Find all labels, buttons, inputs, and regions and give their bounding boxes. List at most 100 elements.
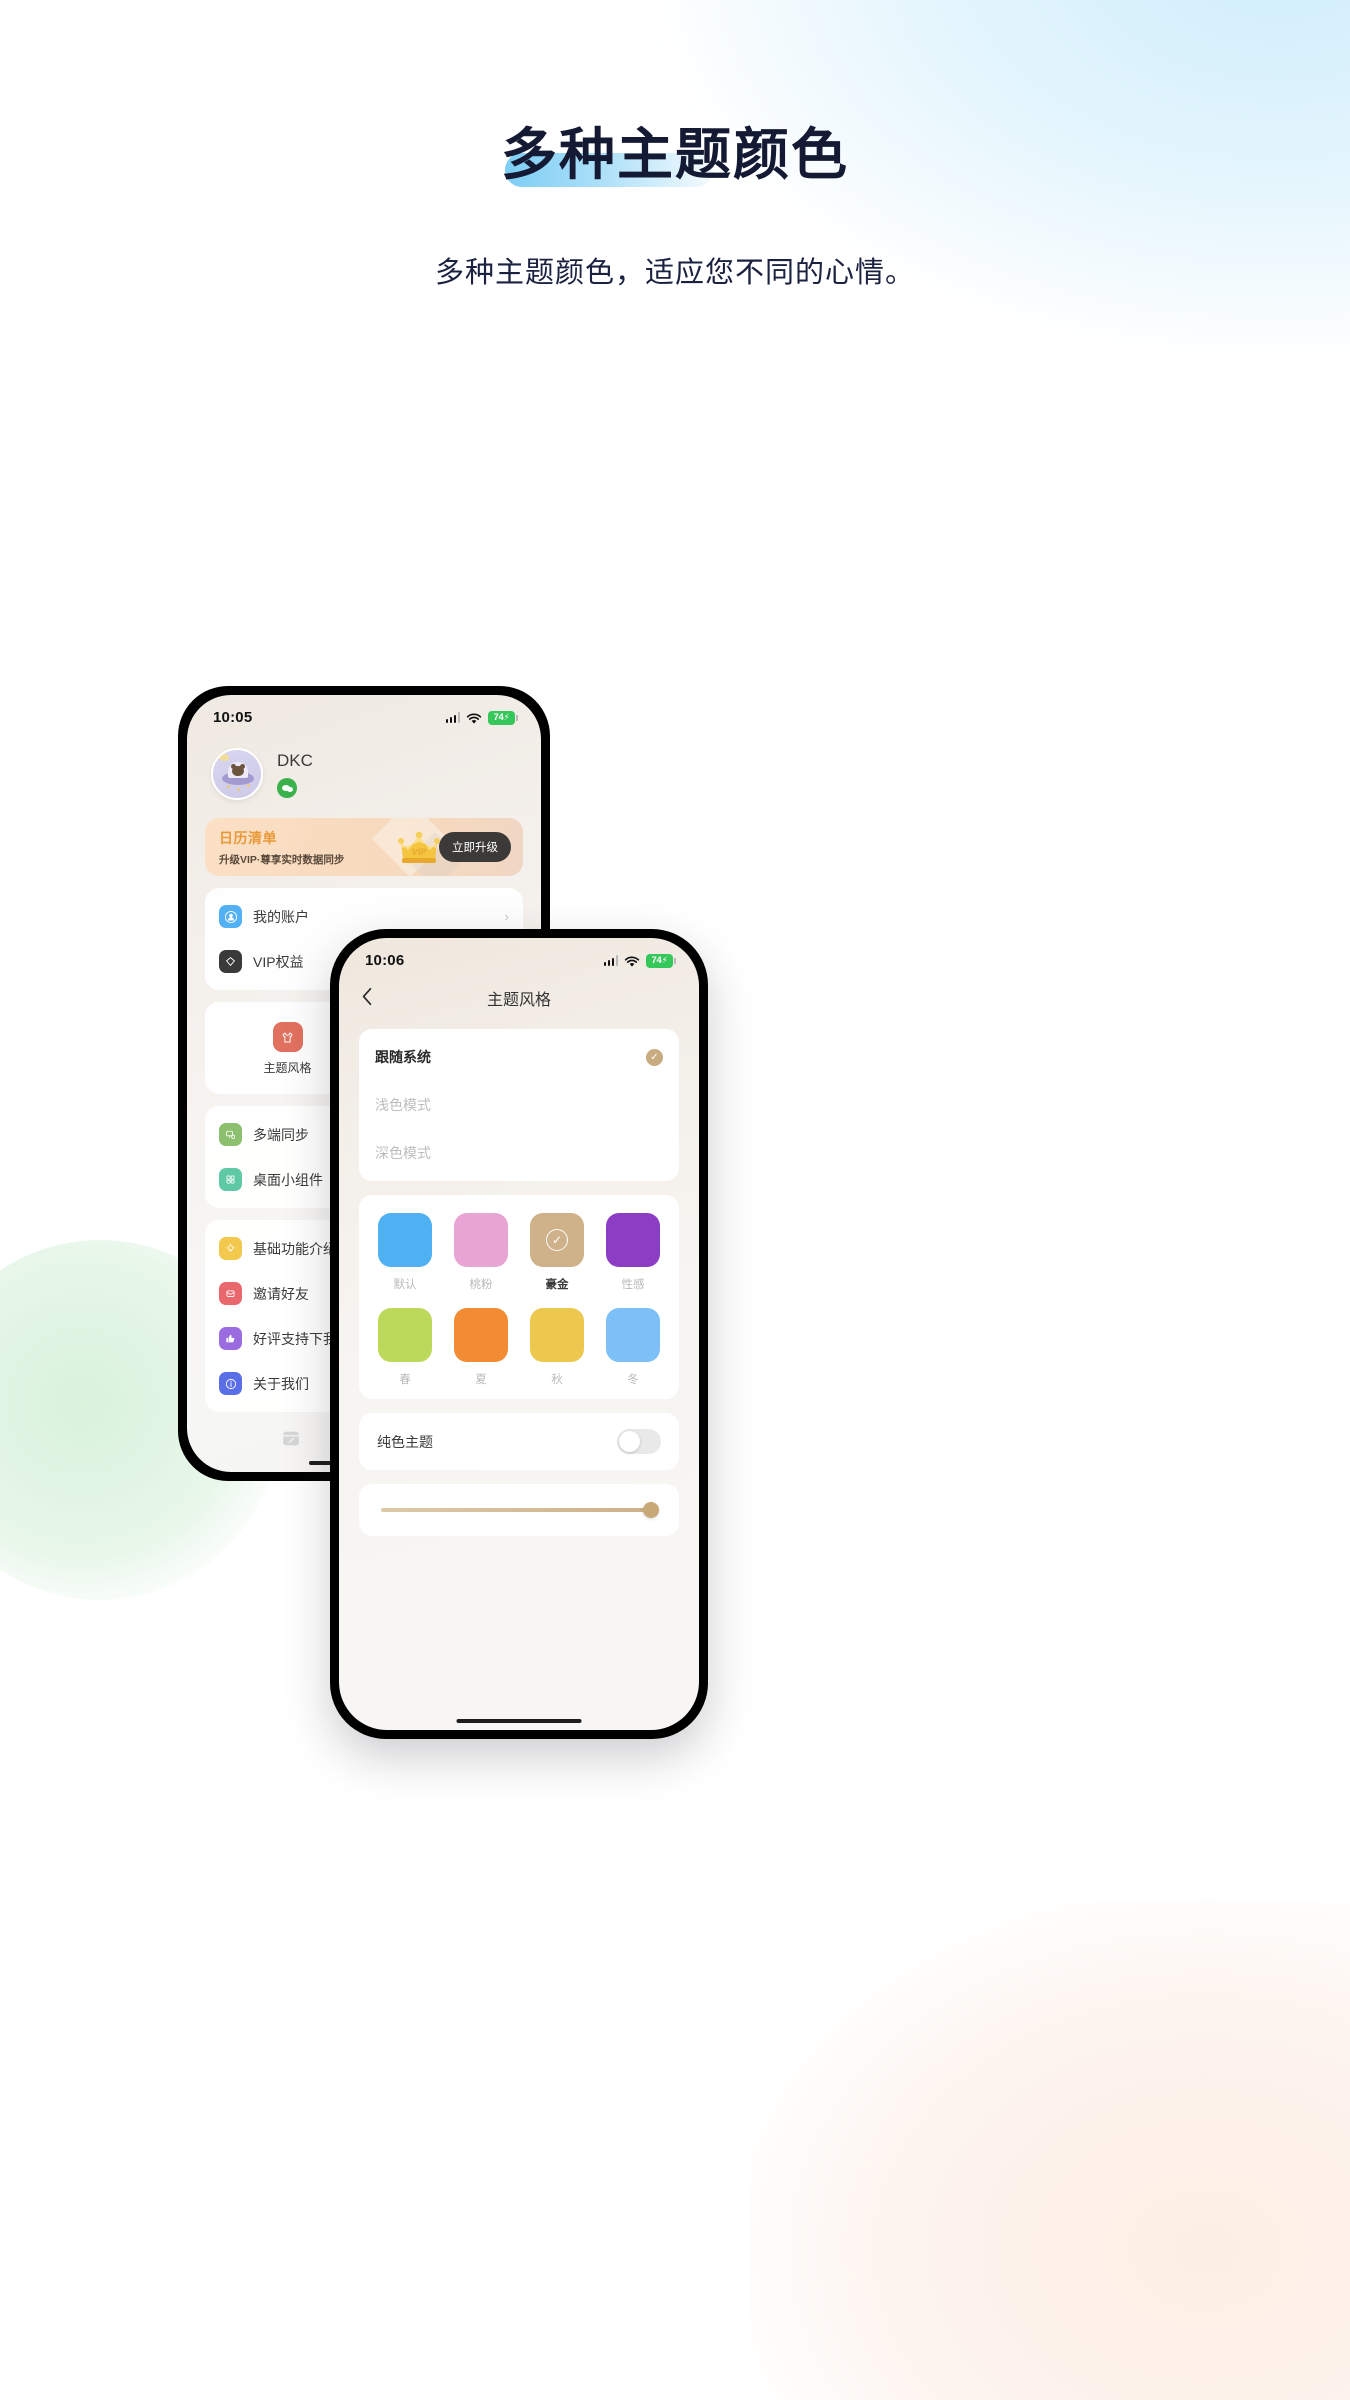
battery-level: 74 [493, 712, 504, 723]
battery-level: 74 [651, 955, 662, 966]
swatch-autumn[interactable]: 秋 [519, 1308, 595, 1387]
profile-section[interactable]: DKC [187, 726, 541, 810]
avatar-star [219, 754, 229, 761]
front-status-bar: 10:06 74 ⚡ [339, 938, 699, 969]
front-home-indicator [456, 1719, 582, 1723]
thumbs-up-icon [219, 1327, 242, 1350]
charging-bolt-icon: ⚡ [503, 712, 510, 722]
avatar-bear [231, 763, 245, 776]
wifi-icon [624, 955, 640, 967]
svg-text:VIP: VIP [412, 847, 428, 857]
front-phone-screen: 10:06 74 ⚡ 主题风格 跟随系统 ✓ 浅色模式 深色模式 默认 桃粉 ✓… [339, 938, 699, 1730]
swatch-color[interactable] [378, 1308, 432, 1362]
swatch-sexy[interactable]: 性感 [595, 1213, 671, 1292]
check-icon: ✓ [646, 1048, 663, 1066]
menu-item-label: VIP权益 [253, 953, 304, 970]
mode-option-dark[interactable]: 深色模式 [359, 1129, 679, 1177]
front-status-icons: 74 ⚡ [603, 953, 676, 968]
diamond-icon [219, 950, 242, 973]
calendar-tab-icon[interactable] [280, 1427, 302, 1454]
solid-theme-toggle[interactable] [617, 1429, 661, 1454]
front-status-time: 10:06 [365, 952, 405, 969]
theme-slider[interactable] [381, 1502, 659, 1518]
avatar[interactable] [211, 748, 263, 800]
solid-theme-card: 纯色主题 [359, 1413, 679, 1470]
vip-banner-title: 日历清单 [219, 829, 277, 846]
avatar-dot [247, 784, 250, 787]
wifi-icon [466, 712, 482, 724]
swatch-label: 秋 [551, 1374, 563, 1386]
avatar-dot [237, 788, 240, 791]
wechat-icon[interactable] [277, 777, 297, 798]
battery-icon: 74 ⚡ [646, 953, 676, 968]
swatch-default[interactable]: 默认 [367, 1213, 443, 1292]
swatch-label: 春 [399, 1374, 411, 1386]
person-icon [219, 905, 242, 928]
avatar-dot [227, 785, 230, 788]
crown-icon: VIP [395, 828, 443, 866]
menu-item-label: 关于我们 [253, 1375, 309, 1392]
swatch-row-1: 默认 桃粉 ✓ 豪金 性感 [367, 1213, 671, 1292]
swatch-label: 默认 [393, 1279, 417, 1291]
swatch-label: 冬 [627, 1374, 639, 1386]
battery-icon: 74 ⚡ [488, 710, 518, 725]
swatch-color[interactable] [606, 1213, 660, 1267]
title-wrap: 多种主题颜色 [501, 110, 849, 191]
swatch-color[interactable] [606, 1308, 660, 1362]
vip-upgrade-button[interactable]: 立即升级 [439, 832, 511, 862]
front-navbar: 主题风格 [339, 969, 699, 1021]
menu-item-label: 基础功能介绍 [253, 1240, 337, 1257]
swatch-color[interactable] [378, 1213, 432, 1267]
back-status-icons: 74 ⚡ [445, 710, 518, 725]
swatch-summer[interactable]: 夏 [443, 1308, 519, 1387]
swatch-color[interactable] [454, 1308, 508, 1362]
back-status-bar: 10:05 74 ⚡ [187, 695, 541, 726]
mode-option-follow-system[interactable]: 跟随系统 ✓ [359, 1033, 679, 1081]
signal-icon [445, 712, 460, 723]
menu-item-label: 桌面小组件 [253, 1171, 323, 1188]
solid-theme-label: 纯色主题 [377, 1433, 433, 1450]
swatch-color[interactable] [454, 1213, 508, 1267]
vip-banner-subtitle: 升级VIP·尊享实时数据同步 [219, 853, 345, 866]
charging-bolt-icon: ⚡ [661, 955, 668, 965]
info-icon [219, 1372, 242, 1395]
swatch-color[interactable]: ✓ [530, 1213, 584, 1267]
color-swatch-card: 默认 桃粉 ✓ 豪金 性感 春 夏 秋 冬 [359, 1195, 679, 1399]
mode-label: 浅色模式 [375, 1097, 431, 1113]
swatch-label: 性感 [621, 1279, 645, 1291]
envelope-icon [219, 1282, 242, 1305]
mode-label: 深色模式 [375, 1145, 431, 1161]
front-phone-device: 10:06 74 ⚡ 主题风格 跟随系统 ✓ 浅色模式 深色模式 默认 桃粉 ✓… [330, 929, 708, 1739]
swatch-luxury-gold[interactable]: ✓ 豪金 [519, 1213, 595, 1292]
slider-knob[interactable] [643, 1502, 659, 1518]
back-status-time: 10:05 [213, 709, 253, 726]
menu-item-label: 我的账户 [253, 908, 309, 925]
swatch-label: 豪金 [545, 1279, 569, 1291]
peach-glow [750, 1900, 1350, 2400]
swatch-check-icon: ✓ [546, 1229, 568, 1251]
profile-name: DKC [277, 750, 313, 770]
page-subtitle: 多种主题颜色，适应您不同的心情。 [434, 257, 915, 289]
lightbulb-icon [219, 1237, 242, 1260]
theme-slider-card [359, 1484, 679, 1536]
page-title: 多种主题颜色 [501, 123, 849, 188]
swatch-color[interactable] [530, 1308, 584, 1362]
signal-icon [603, 955, 618, 966]
chevron-right-icon: › [504, 909, 509, 924]
menu-item-label: 邀请好友 [253, 1285, 309, 1302]
swatch-label: 夏 [475, 1374, 487, 1386]
swatch-row-2: 春 夏 秋 冬 [367, 1308, 671, 1387]
toggle-knob [619, 1431, 640, 1452]
mode-label: 跟随系统 [375, 1049, 431, 1065]
front-page-title: 主题风格 [486, 992, 551, 1009]
tshirt-icon [272, 1022, 303, 1052]
vip-banner[interactable]: 日历清单 升级VIP·尊享实时数据同步 VIP 立即升级 [205, 818, 523, 876]
swatch-label: 桃粉 [469, 1279, 493, 1291]
swatch-peach-pink[interactable]: 桃粉 [443, 1213, 519, 1292]
swatch-spring[interactable]: 春 [367, 1308, 443, 1387]
widget-icon [219, 1168, 242, 1191]
monitor-icon [219, 1123, 242, 1146]
mode-option-light[interactable]: 浅色模式 [359, 1081, 679, 1129]
mode-card: 跟随系统 ✓ 浅色模式 深色模式 [359, 1029, 679, 1181]
swatch-winter[interactable]: 冬 [595, 1308, 671, 1387]
